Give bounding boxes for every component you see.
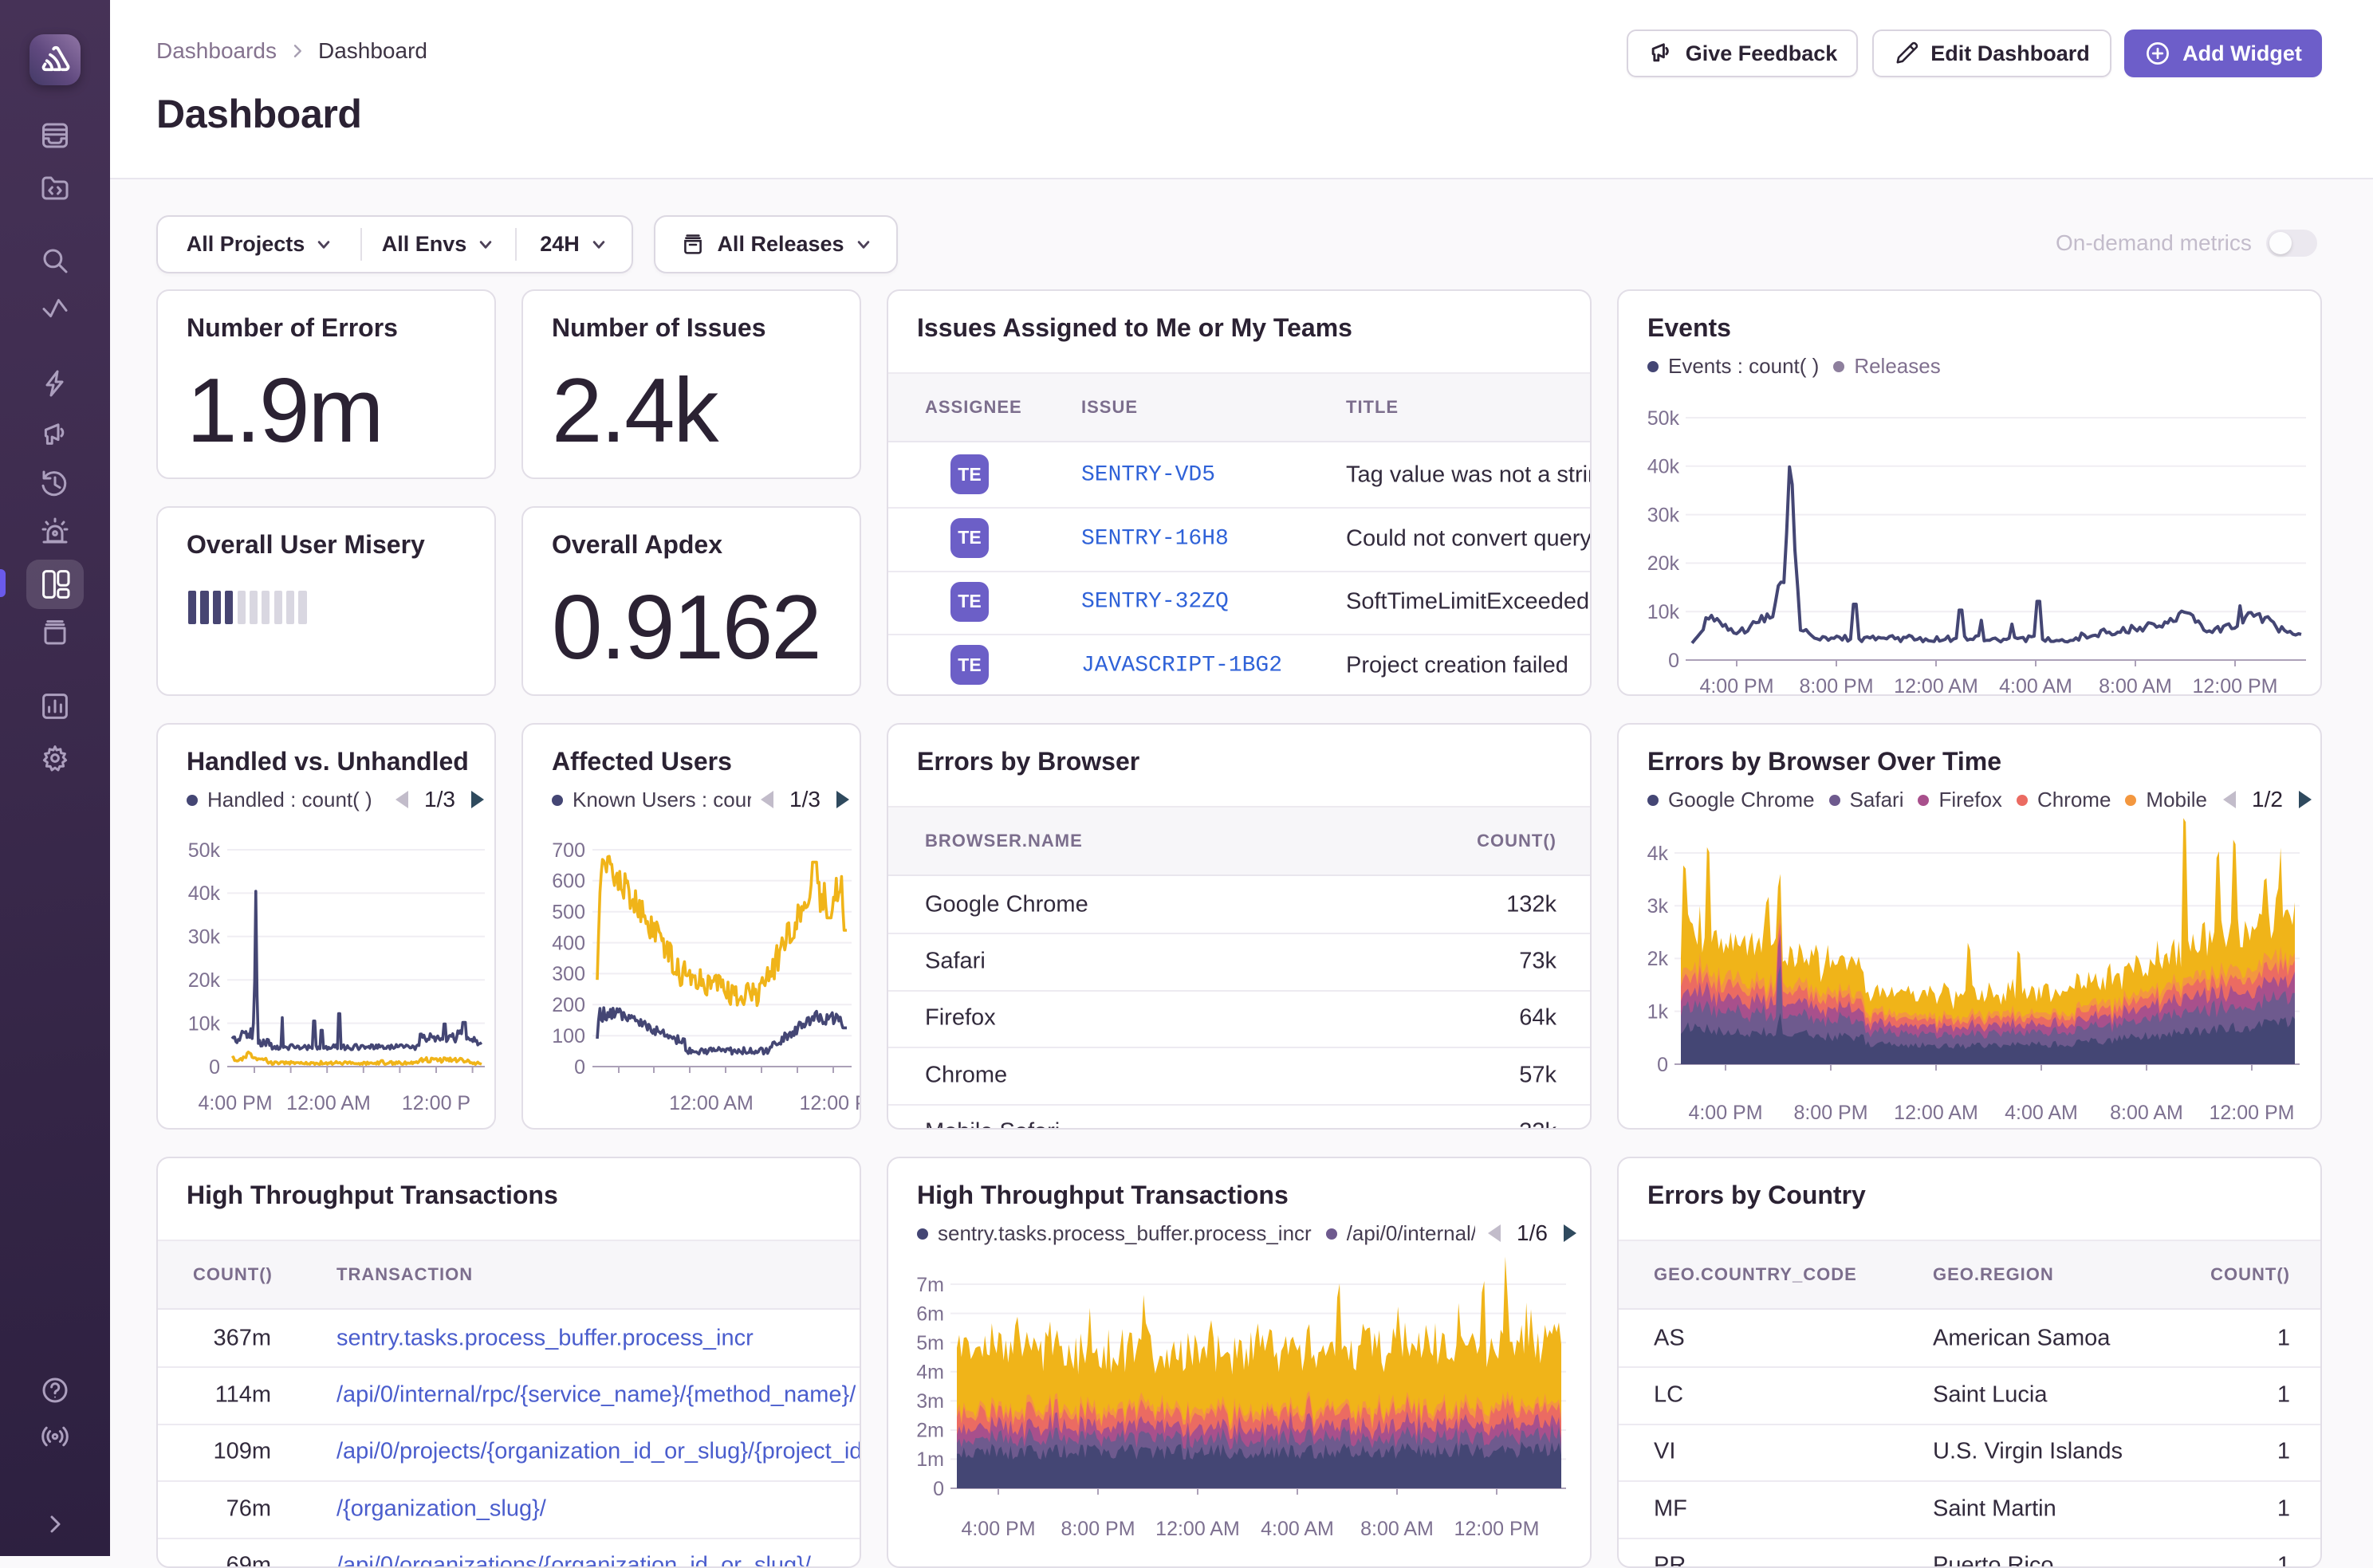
svg-text:8:00 AM: 8:00 AM bbox=[2099, 675, 2172, 696]
svg-text:8:00 AM: 8:00 AM bbox=[1360, 1518, 1434, 1540]
svg-text:0: 0 bbox=[1657, 1054, 1668, 1076]
svg-text:7m: 7m bbox=[916, 1274, 944, 1296]
svg-text:50k: 50k bbox=[188, 839, 221, 862]
svg-text:40k: 40k bbox=[188, 882, 221, 905]
svg-text:500: 500 bbox=[552, 901, 585, 923]
svg-text:400: 400 bbox=[552, 932, 585, 954]
svg-text:3k: 3k bbox=[1647, 895, 1669, 918]
svg-text:0: 0 bbox=[209, 1056, 220, 1079]
svg-text:4k: 4k bbox=[1647, 843, 1669, 865]
svg-text:300: 300 bbox=[552, 963, 585, 985]
svg-text:4:00 PM: 4:00 PM bbox=[1688, 1102, 1762, 1124]
svg-text:4:00 PM: 4:00 PM bbox=[198, 1092, 272, 1114]
svg-text:1k: 1k bbox=[1647, 1000, 1669, 1023]
svg-text:12:00 AM: 12:00 AM bbox=[669, 1092, 754, 1114]
svg-text:100: 100 bbox=[552, 1025, 585, 1047]
svg-text:600: 600 bbox=[552, 870, 585, 893]
svg-text:12:00 PM: 12:00 PM bbox=[1454, 1518, 1539, 1540]
svg-text:4:00 AM: 4:00 AM bbox=[2005, 1102, 2078, 1124]
svg-text:12:00 AM: 12:00 AM bbox=[286, 1092, 371, 1114]
svg-text:30k: 30k bbox=[1647, 504, 1680, 526]
svg-text:10k: 10k bbox=[188, 1012, 221, 1035]
svg-text:20k: 20k bbox=[188, 969, 221, 992]
svg-text:1m: 1m bbox=[916, 1448, 944, 1471]
svg-text:12:00 PM: 12:00 PM bbox=[799, 1092, 861, 1114]
svg-text:4m: 4m bbox=[916, 1361, 944, 1383]
svg-text:12:00 PM: 12:00 PM bbox=[2209, 1102, 2294, 1124]
svg-text:30k: 30k bbox=[188, 926, 221, 949]
svg-text:10k: 10k bbox=[1647, 601, 1680, 623]
svg-text:12:00 PM: 12:00 PM bbox=[2192, 675, 2277, 696]
svg-text:8:00 PM: 8:00 PM bbox=[1061, 1518, 1135, 1540]
svg-text:2k: 2k bbox=[1647, 948, 1669, 970]
svg-text:0: 0 bbox=[1668, 650, 1679, 672]
svg-text:200: 200 bbox=[552, 994, 585, 1016]
svg-text:0: 0 bbox=[933, 1478, 944, 1500]
svg-text:4:00 PM: 4:00 PM bbox=[961, 1518, 1035, 1540]
svg-text:20k: 20k bbox=[1647, 552, 1680, 575]
svg-text:8:00 AM: 8:00 AM bbox=[2110, 1102, 2183, 1124]
svg-text:8:00 PM: 8:00 PM bbox=[1799, 675, 1873, 696]
svg-text:40k: 40k bbox=[1647, 456, 1680, 478]
svg-text:50k: 50k bbox=[1647, 407, 1680, 430]
svg-text:4:00 AM: 4:00 AM bbox=[1261, 1518, 1334, 1540]
svg-text:4:00 AM: 4:00 AM bbox=[1999, 675, 2072, 696]
svg-text:4:00 PM: 4:00 PM bbox=[1699, 675, 1773, 696]
svg-text:2m: 2m bbox=[916, 1420, 944, 1442]
svg-text:3m: 3m bbox=[916, 1390, 944, 1413]
svg-text:12:00 P: 12:00 P bbox=[402, 1092, 470, 1114]
svg-text:12:00 AM: 12:00 AM bbox=[1155, 1518, 1240, 1540]
svg-text:12:00 AM: 12:00 AM bbox=[1894, 675, 1978, 696]
svg-text:6m: 6m bbox=[916, 1303, 944, 1325]
svg-text:12:00 AM: 12:00 AM bbox=[1894, 1102, 1978, 1124]
svg-text:5m: 5m bbox=[916, 1332, 944, 1354]
svg-text:8:00 PM: 8:00 PM bbox=[1793, 1102, 1867, 1124]
svg-text:700: 700 bbox=[552, 839, 585, 862]
svg-text:0: 0 bbox=[574, 1056, 585, 1079]
